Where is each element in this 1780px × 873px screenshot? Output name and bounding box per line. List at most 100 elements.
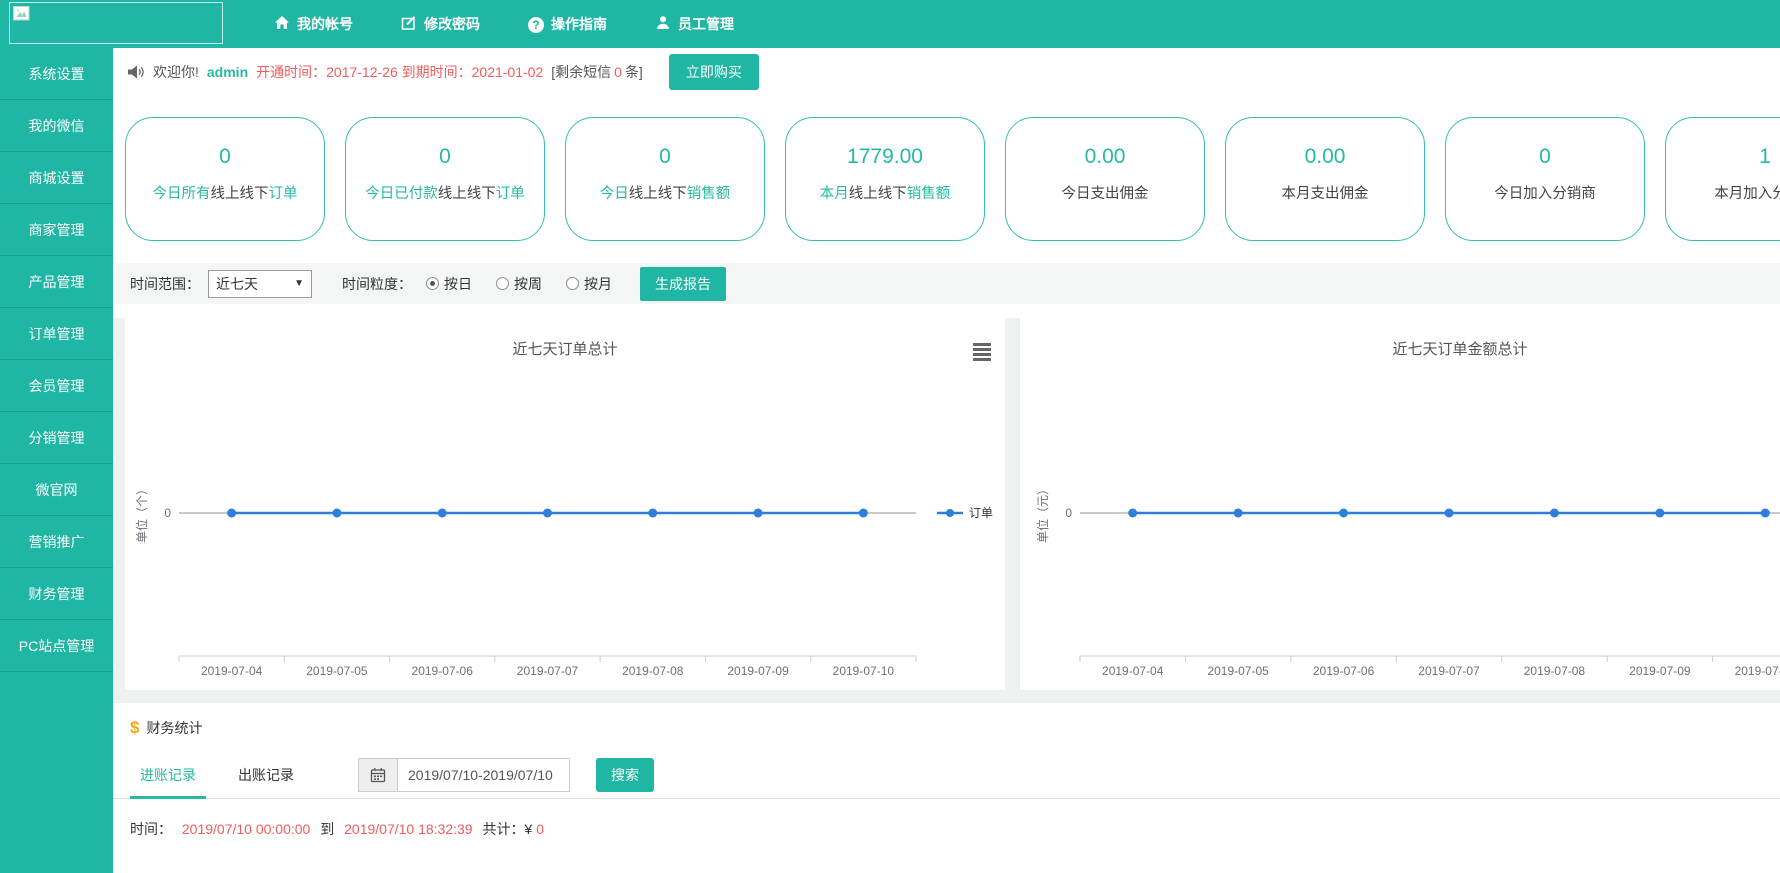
order-amount-chart-panel: 近七天订单金额总计单位（元）02019-07-042019-07-052019-…	[1020, 318, 1780, 690]
edit-icon	[401, 15, 417, 34]
stat-card-2: 0今日已付款线上线下订单	[345, 117, 545, 241]
chart-legend[interactable]: 订单	[937, 506, 993, 520]
finance-tabs-row: 进账记录出账记录 搜索	[113, 751, 1780, 799]
summary-time-row: 时间： 2019/07/10 00:00:00 到 2019/07/10 18:…	[113, 799, 1780, 839]
filter-bar: 时间范围： 近七天 ▼ 时间粒度： 按日 按周 按月 生成报告	[113, 263, 1780, 304]
sidebar-item-order-management[interactable]: 订单管理	[0, 308, 113, 360]
stat-card-5: 0.00 今日支出佣金	[1005, 117, 1205, 241]
sidebar-item-pc-site-management[interactable]: PC站点管理	[0, 620, 113, 672]
svg-text:0: 0	[1065, 506, 1072, 520]
sidebar-item-product-management[interactable]: 产品管理	[0, 256, 113, 308]
sidebar-item-distribution-management[interactable]: 分销管理	[0, 412, 113, 464]
svg-text:2019-07-06: 2019-07-06	[1313, 664, 1375, 678]
logo-placeholder	[9, 2, 223, 44]
top-navbar: 我的帐号 修改密码 操作指南 员工管理	[0, 0, 1780, 48]
orders-line-chart: 近七天订单总计单位（个）02019-07-042019-07-052019-07…	[125, 318, 1005, 690]
tab-expense-records[interactable]: 出账记录	[228, 751, 304, 799]
sidebar-item-marketing-promo[interactable]: 营销推广	[0, 516, 113, 568]
sidebar-item-finance-management[interactable]: 财务管理	[0, 568, 113, 620]
svg-text:2019-07-08: 2019-07-08	[622, 664, 684, 678]
stat-card-value: 0.00	[1006, 145, 1204, 169]
to-label: 到	[320, 821, 334, 837]
broken-image-icon	[13, 6, 30, 21]
nav-item-staff-management[interactable]: 员工管理	[631, 0, 758, 48]
stat-card-label: 本月加入分销商	[1666, 182, 1780, 203]
stat-card-label: 今日加入分销商	[1446, 182, 1644, 203]
sidebar-item-mall-settings[interactable]: 商城设置	[0, 152, 113, 204]
main-content: 欢迎你! admin 开通时间：2017-12-26 到期时间：2021-01-…	[113, 48, 1780, 873]
search-button[interactable]: 搜索	[596, 758, 654, 792]
stat-card-value: 0	[126, 145, 324, 169]
svg-text:单位（元）: 单位（元）	[1035, 483, 1050, 543]
sidebar: 系统设置我的微信商城设置商家管理产品管理订单管理会员管理分销管理微官网营销推广财…	[0, 48, 113, 873]
sidebar-item-micro-site[interactable]: 微官网	[0, 464, 113, 516]
svg-text:近七天订单总计: 近七天订单总计	[512, 341, 617, 358]
svg-text:2019-07-09: 2019-07-09	[727, 664, 789, 678]
svg-text:2019-07-09: 2019-07-09	[1629, 664, 1691, 678]
svg-text:2019-07-07: 2019-07-07	[1418, 664, 1480, 678]
svg-text:2019-07-10: 2019-07-10	[833, 664, 895, 678]
radio-by-month[interactable]: 按月	[566, 274, 612, 294]
stat-card-1: 0 今日所有线上线下订单	[125, 117, 325, 241]
stat-card-7: 0今日加入分销商	[1445, 117, 1645, 241]
svg-text:2019-07-08: 2019-07-08	[1524, 664, 1586, 678]
speaker-icon	[127, 64, 145, 80]
welcome-bar: 欢迎你! admin 开通时间：2017-12-26 到期时间：2021-01-…	[113, 48, 1780, 96]
date-range-input[interactable]	[398, 758, 570, 792]
nav-item-label: 我的帐号	[297, 14, 353, 34]
stat-card-6: 0.00 本月支出佣金	[1225, 117, 1425, 241]
tab-income-records[interactable]: 进账记录	[130, 751, 206, 799]
stat-card-3: 0 今日线上线下销售额	[565, 117, 765, 241]
sidebar-item-member-management[interactable]: 会员管理	[0, 360, 113, 412]
sms-count: 0	[611, 64, 625, 80]
navbar-menu: 我的帐号 修改密码 操作指南 员工管理	[250, 0, 758, 48]
svg-text:0: 0	[164, 506, 171, 520]
radio-icon	[426, 277, 439, 290]
stat-card-label: 今日所有线上线下订单	[126, 182, 324, 203]
stat-card-4: 1779.00本月线上线下销售额	[785, 117, 985, 241]
welcome-username: admin	[207, 64, 248, 80]
svg-text:2019-07-05: 2019-07-05	[1207, 664, 1269, 678]
chart-toolbox-menu-icon[interactable]	[973, 343, 991, 363]
sidebar-item-my-wechat[interactable]: 我的微信	[0, 100, 113, 152]
radio-by-week[interactable]: 按周	[496, 274, 542, 294]
granularity-label: 时间粒度：	[342, 274, 412, 294]
svg-text:单位（个）: 单位（个）	[134, 483, 149, 543]
stat-cards-row: 0 今日所有线上线下订单 0今日已付款线上线下订单 0 今日线上线下销售额 1779.00…	[113, 96, 1780, 241]
generate-report-button[interactable]: 生成报告	[640, 267, 726, 301]
sidebar-item-system-settings[interactable]: 系统设置	[0, 48, 113, 100]
divider-strip	[113, 690, 1780, 703]
nav-item-operation-guide[interactable]: 操作指南	[504, 0, 631, 48]
buy-now-button[interactable]: 立即购买	[669, 54, 759, 90]
svg-text:订单: 订单	[969, 506, 993, 520]
stat-card-label: 今日支出佣金	[1006, 182, 1204, 203]
time-range-label: 时间范围：	[130, 274, 200, 294]
nav-item-my-account[interactable]: 我的帐号	[250, 0, 377, 48]
stat-card-8: 1本月加入分销商	[1665, 117, 1780, 241]
calendar-icon	[370, 767, 386, 783]
svg-text:2019-07-06: 2019-07-06	[412, 664, 474, 678]
finance-tabs: 进账记录出账记录	[130, 751, 326, 799]
time-label: 时间：	[130, 821, 172, 837]
svg-text:2019-07-07: 2019-07-07	[517, 664, 579, 678]
nav-item-change-password[interactable]: 修改密码	[377, 0, 504, 48]
stat-card-label: 本月支出佣金	[1226, 182, 1424, 203]
time-to: 2019/07/10 18:32:39	[344, 821, 472, 837]
stat-card-value: 0.00	[1226, 145, 1424, 169]
granularity-radios: 按日 按周 按月	[426, 274, 612, 294]
stat-card-label: 今日线上线下销售额	[566, 182, 764, 203]
nav-item-label: 操作指南	[551, 14, 607, 34]
stat-card-label: 今日已付款线上线下订单	[346, 182, 544, 203]
svg-text:2019-07-05: 2019-07-05	[306, 664, 368, 678]
nav-item-label: 修改密码	[424, 14, 480, 34]
sidebar-item-merchant-management[interactable]: 商家管理	[0, 204, 113, 256]
finance-section-title: $ 财务统计	[113, 703, 1780, 751]
time-from: 2019/07/10 00:00:00	[182, 821, 310, 837]
svg-text:2019-07-10: 2019-07-10	[1735, 664, 1780, 678]
chevron-down-icon: ▼	[294, 278, 304, 289]
stat-card-value: 0	[566, 145, 764, 169]
dollar-icon: $	[130, 718, 139, 738]
radio-by-day[interactable]: 按日	[426, 274, 472, 294]
calendar-addon	[358, 758, 398, 792]
time-range-select[interactable]: 近七天 ▼	[208, 270, 312, 298]
